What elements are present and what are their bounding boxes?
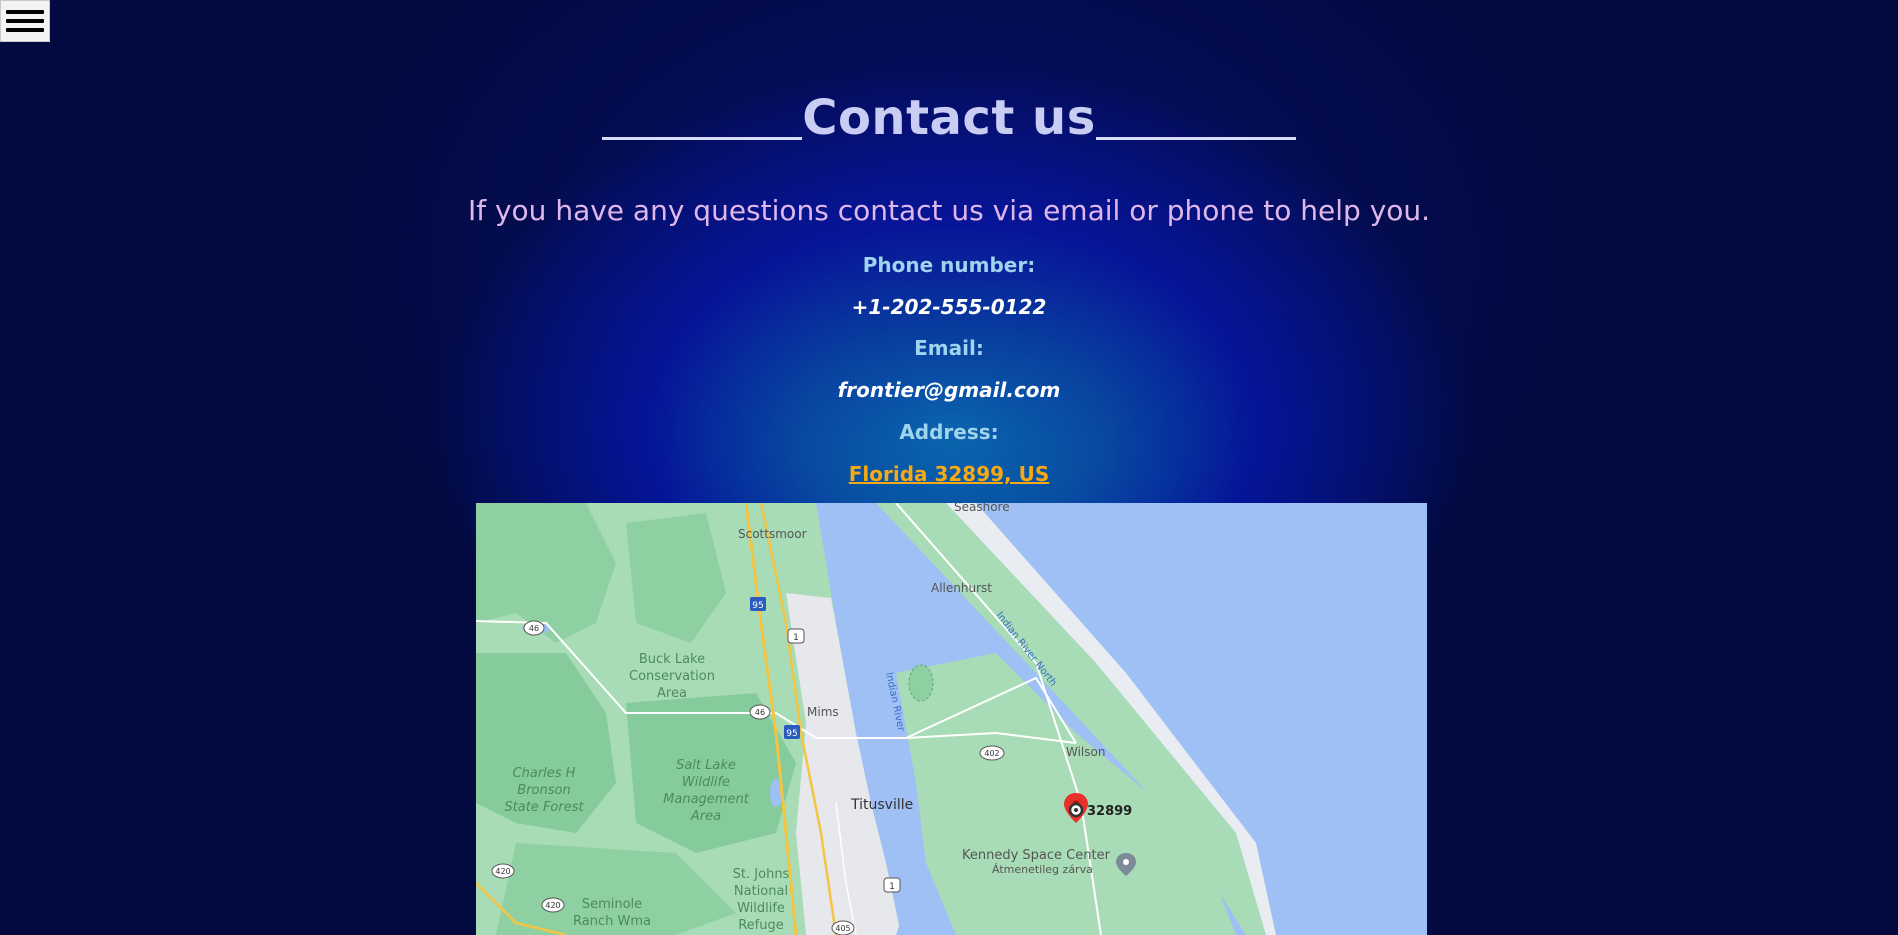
svg-text:Salt Lake: Salt Lake [676,758,736,773]
svg-text:Ranch Wma: Ranch Wma [573,914,651,929]
map-label-seashore: Seashore [954,503,1010,514]
hamburger-menu-button[interactable] [0,0,50,42]
email-label: Email: [914,336,984,360]
svg-text:Area: Area [690,809,721,824]
svg-text:1: 1 [889,882,895,892]
svg-text:95: 95 [752,601,763,611]
svg-text:Buck Lake: Buck Lake [639,652,705,667]
address-label: Address: [899,420,999,444]
svg-text:Wildlife: Wildlife [682,775,730,790]
svg-text:St. Johns: St. Johns [733,867,790,882]
us1-shield-icon-2: 1 [883,877,901,893]
svg-text:Wildlife: Wildlife [737,901,785,916]
svg-text:420: 420 [495,867,510,876]
map-label-allenhurst: Allenhurst [931,581,992,595]
map-label-mims: Mims [807,705,839,719]
map-lake-dashed [908,664,934,702]
map-label-kennedy-sub: Átmenetileg zárva [992,863,1093,876]
title-rule-left [602,137,803,140]
svg-text:46: 46 [755,708,765,717]
map-canvas[interactable]: 95 95 1 1 46 46 402 420 420 405 Seashore… [476,503,1427,935]
route402-shield-icon: 402 [979,745,1005,761]
svg-text:Area: Area [657,686,687,701]
svg-text:State Forest: State Forest [504,800,584,815]
i95-shield-icon-2: 95 [784,725,800,739]
map-label-titusville: Titusville [850,797,913,813]
page-title: Contact us [0,88,1898,148]
svg-text:Charles H: Charles H [513,766,576,781]
svg-text:National: National [734,884,788,899]
svg-text:420: 420 [545,901,560,910]
map-embed[interactable]: 95 95 1 1 46 46 402 420 420 405 Seashore… [476,503,1427,935]
svg-text:46: 46 [529,624,539,633]
intro-text: If you have any questions contact us via… [467,194,1431,227]
svg-text:Conservation: Conservation [629,669,715,684]
address-link-text[interactable]: Florida 32899, US [849,462,1050,486]
svg-text:Seminole: Seminole [582,897,642,912]
svg-text:Bronson: Bronson [517,783,570,798]
route420-shield-icon: 420 [491,863,515,879]
svg-text:405: 405 [835,924,850,933]
svg-text:Management: Management [663,792,750,807]
route46-shield-icon: 46 [523,620,545,636]
map-label-scottsmoor: Scottsmoor [738,527,807,541]
phone-label: Phone number: [862,253,1036,277]
map-label-kennedy: Kennedy Space Center [962,848,1111,863]
svg-text:1: 1 [793,633,799,643]
map-label-wilson: Wilson [1066,745,1105,759]
svg-text:95: 95 [786,729,797,739]
route46-shield-icon-2: 46 [749,704,771,720]
title-rule-right [1095,137,1296,140]
email-value: frontier@gmail.com [837,378,1061,402]
us1-shield-icon: 1 [787,628,805,644]
map-label-zip: 32899 [1087,804,1132,819]
phone-value: +1-202-555-0122 [851,295,1047,319]
route405-shield-icon: 405 [831,920,855,935]
route420-shield-icon-2: 420 [541,897,565,913]
hamburger-menu-icon-bar [6,28,44,32]
page-title-text: Contact us [802,90,1096,146]
hamburger-menu-icon-bar [6,19,44,23]
svg-text:402: 402 [984,749,999,758]
svg-text:Refuge: Refuge [738,918,784,933]
hamburger-menu-icon [6,10,44,14]
i95-shield-icon: 95 [750,597,766,611]
address-link: Florida 32899, US [0,461,1898,487]
